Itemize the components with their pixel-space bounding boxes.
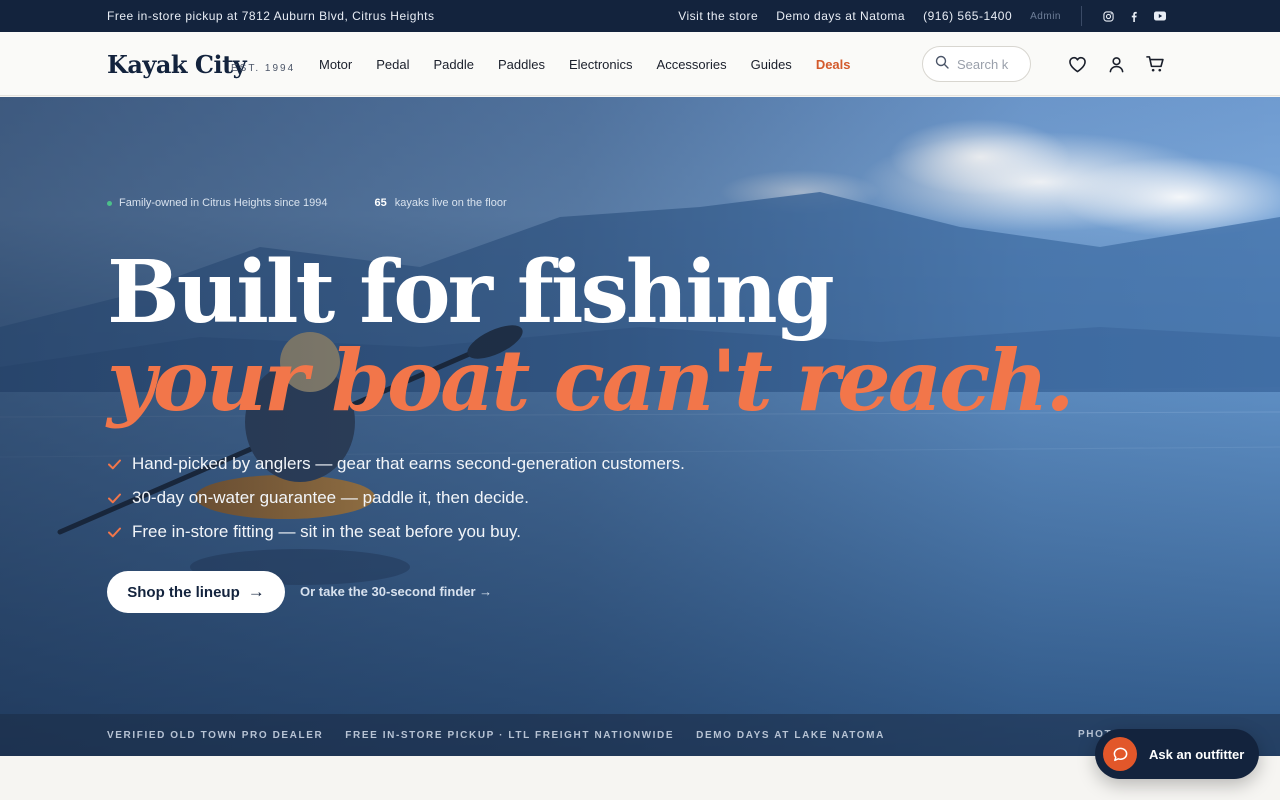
phone-link[interactable]: (916) 565-1400 [923,9,1012,23]
demo-days-link[interactable]: Demo days at Natoma [776,9,905,23]
nav-pedal[interactable]: Pedal [376,57,409,72]
trust-item: DEMO DAYS AT LAKE NATOMA [696,729,885,741]
search-icon [935,55,949,74]
trust-item: VERIFIED OLD TOWN PRO DEALER [107,729,324,741]
hero-eyebrow: Family-owned in Citrus Heights since 199… [107,197,507,209]
check-icon [107,491,121,505]
facebook-icon[interactable] [1126,8,1142,24]
kayak-live-count: 65 [374,197,387,209]
benefit-item: Hand-picked by anglers — gear that earns… [107,447,685,481]
trust-strip: VERIFIED OLD TOWN PRO DEALER FREE IN-STO… [0,714,1280,756]
benefit-text: Hand-picked by anglers — gear that earns… [132,454,685,473]
site-header: Kayak City EST. 1994 Motor Pedal Paddle … [0,32,1280,96]
topbar-divider [1081,6,1082,26]
established-label: EST. 1994 [231,63,296,74]
arrow-right-icon: → [247,582,265,601]
benefit-text: Free in-store fitting — sit in the seat … [132,522,521,541]
check-icon [107,525,121,539]
trust-item: FREE IN-STORE PICKUP · LTL FREIGHT NATIO… [345,729,675,741]
chat-label: Ask an outfitter [1149,746,1245,762]
search-box[interactable] [922,46,1031,82]
pickup-notice: Free in-store pickup at 7812 Auburn Blvd… [107,9,435,23]
nav-paddle[interactable]: Paddle [433,57,473,72]
user-icon[interactable] [1106,54,1126,74]
finder-link[interactable]: Or take the 30-second finder → [300,584,492,599]
benefit-item: Free in-store fitting — sit in the seat … [107,515,685,549]
hero-benefits-list: Hand-picked by anglers — gear that earns… [107,447,685,549]
nav-paddles[interactable]: Paddles [498,57,545,72]
main-nav: Motor Pedal Paddle Paddles Electronics A… [319,32,875,96]
visit-store-link[interactable]: Visit the store [678,9,758,23]
instagram-icon[interactable] [1100,8,1116,24]
nav-deals[interactable]: Deals [816,57,851,72]
chat-bubble-icon [1103,737,1137,771]
ask-outfitter-chat-button[interactable]: Ask an outfitter [1095,729,1259,779]
nav-guides[interactable]: Guides [751,57,792,72]
nav-accessories[interactable]: Accessories [657,57,727,72]
check-icon [107,457,121,471]
admin-link[interactable]: Admin [1030,11,1061,22]
nav-electronics[interactable]: Electronics [569,57,633,72]
shop-lineup-label: Shop the lineup [127,583,240,601]
live-status-dot [107,200,112,206]
cart-icon[interactable] [1145,54,1165,74]
benefit-item: 30-day on-water guarantee — paddle it, t… [107,481,685,515]
site-logo[interactable]: Kayak City [107,50,247,79]
search-input[interactable] [957,56,1012,72]
topbar-links: Visit the store Demo days at Natoma (916… [660,0,1168,32]
shop-lineup-button[interactable]: Shop the lineup → [107,571,285,613]
hero-headline-line1: Built for fishing [107,242,835,343]
youtube-icon[interactable] [1152,8,1168,24]
nav-motor[interactable]: Motor [319,57,352,72]
family-owned-text: Family-owned in Citrus Heights since 199… [119,197,328,209]
kayak-live-text: kayaks live on the floor [394,197,507,209]
hero-headline-line2: your boat can't reach. [107,331,1075,430]
heart-icon[interactable] [1067,54,1087,74]
hero-section: Family-owned in Citrus Heights since 199… [0,97,1280,756]
top-utility-bar: Free in-store pickup at 7812 Auburn Blvd… [0,0,1280,32]
benefit-text: 30-day on-water guarantee — paddle it, t… [132,488,529,507]
